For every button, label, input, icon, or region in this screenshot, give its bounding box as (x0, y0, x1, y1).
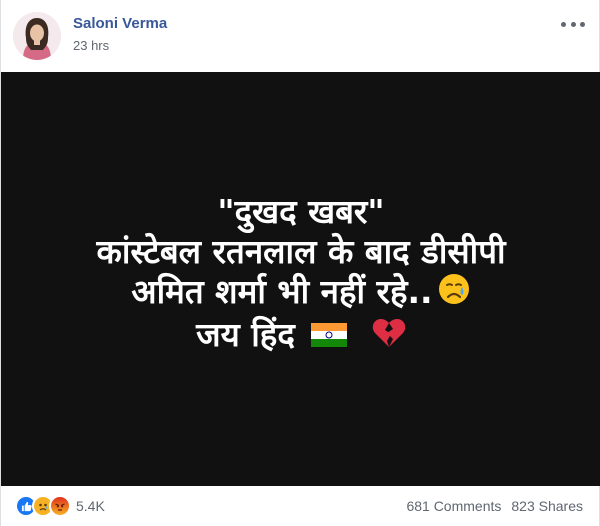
post-footer: 5.4K 681 Comments 823 Shares (1, 486, 600, 526)
shares-count[interactable]: 823 Shares (511, 498, 583, 514)
post-text-line-3: अमित शर्मा भी नहीं रहे.. (1, 272, 600, 315)
more-options-icon[interactable] (561, 18, 585, 30)
post-text-line-2: कांस्टेबल रतनलाल के बाद डीसीपी (96, 232, 506, 271)
avatar-photo (13, 12, 61, 60)
engagement-stats: 681 Comments 823 Shares (406, 498, 583, 514)
post-text-line-3-text: अमित शर्मा भी नहीं रहे.. (131, 272, 433, 311)
crying-face-emoji (437, 272, 471, 315)
author-name[interactable]: Saloni Verma (73, 15, 167, 32)
post-timestamp[interactable]: 23 hrs (73, 38, 109, 53)
post-image[interactable]: "दुखद खबर" कांस्टेबल रतनलाल के बाद डीसीप… (1, 72, 600, 486)
post-text-line-4-text: जय हिंद (196, 315, 295, 354)
post-text: "दुखद खबर" कांस्टेबल रतनलाल के बाद डीसीप… (1, 192, 600, 357)
comments-count[interactable]: 681 Comments (406, 498, 501, 514)
post-text-line-4: जय हिंद (1, 315, 600, 357)
broken-heart-emoji (372, 317, 406, 357)
india-flag-emoji (310, 317, 348, 357)
avatar[interactable] (13, 12, 61, 60)
post-card: Saloni Verma 23 hrs "दुखद खबर" कांस्टेबल… (0, 0, 600, 526)
post-text-line-1: "दुखद खबर" (217, 192, 385, 231)
post-header: Saloni Verma 23 hrs (13, 10, 587, 62)
reaction-count[interactable]: 5.4K (76, 498, 105, 514)
angry-reaction-icon (49, 495, 71, 517)
reactions-summary[interactable]: 5.4K (15, 495, 105, 517)
